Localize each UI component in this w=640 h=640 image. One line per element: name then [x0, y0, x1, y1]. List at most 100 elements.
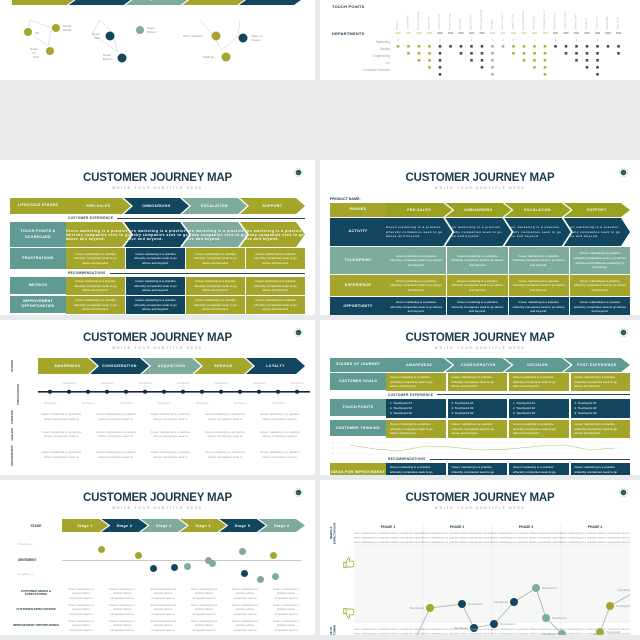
cell[interactable]: Green marketing is a practice whereby co… [182, 222, 247, 247]
slide-thumbnail-4[interactable]: CUSTOMER JOURNEY MAP WRITE YOUR SUBTITLE… [320, 160, 640, 315]
cell[interactable]: Green marketing is a practice where comp… [144, 603, 182, 616]
touchpoint-cell[interactable]: 1. Touchpoint 01 2. Touchpoint 02 3. Touch… [570, 398, 630, 419]
chevron-post-experience[interactable]: POST-EXPERIENCE [564, 358, 630, 372]
cell[interactable]: Green marketing is a practice whereby co… [570, 463, 630, 475]
cell[interactable]: Green marketing is a practice whereby co… [509, 420, 569, 439]
chevron-pre-sales[interactable]: PRE-SALES [66, 198, 131, 214]
cell[interactable]: Green marketing is a practice where comp… [145, 412, 196, 421]
cell[interactable]: Green marketing is a practice where comp… [36, 412, 87, 421]
cell[interactable]: Green marketing is a practice whereby co… [126, 295, 185, 314]
cell[interactable]: Green marketing is a practice where comp… [226, 587, 264, 600]
cell[interactable]: Green marketing is a practice whereby co… [508, 247, 569, 274]
slide-thumbnail-1[interactable]: AWARENESS CONSIDERATION ACQUISITION SERV… [0, 0, 320, 80]
cell[interactable]: Green marketing is a practice whereby co… [386, 463, 446, 475]
cell[interactable]: Green marketing is a practice whereby co… [66, 222, 131, 247]
cell[interactable]: Green marketing is a practice where comp… [36, 450, 87, 459]
cell[interactable]: Green marketing is a practice whereby co… [66, 295, 125, 314]
cell[interactable]: Green marketing is a practice whereby co… [447, 297, 508, 315]
cell[interactable]: Green marketing is a practice whereby co… [386, 275, 447, 296]
cell[interactable]: Green marketing is a practice where comp… [267, 619, 305, 632]
chevron-support[interactable]: SUPPORT [240, 198, 305, 214]
timeline-svg[interactable]: Touchpoint Touchpoint Touchpoint Touchpoint… [38, 380, 318, 406]
cell[interactable]: Green marketing is a practice where comp… [254, 430, 305, 439]
chevron-acquisition[interactable]: ACQUISITION [126, 0, 190, 5]
cell[interactable]: Green marketing is a practice whereby co… [447, 463, 507, 475]
cell[interactable]: Green marketing is a practice whereby co… [445, 218, 511, 246]
cell[interactable]: Green marketing is a practice where comp… [91, 450, 142, 459]
chevron-consideration[interactable]: CONSIDERATION [90, 358, 149, 374]
cell[interactable]: Green marketing is a practice whereby co… [570, 420, 630, 439]
cell[interactable]: Green marketing is a practice where comp… [36, 430, 87, 439]
sentiment-dot[interactable] [150, 565, 158, 573]
cell[interactable]: Green marketing is a practice whereby co… [186, 295, 245, 314]
chevron-decision[interactable]: DECISION [505, 358, 571, 372]
cell[interactable]: Green marketing is a practice whereby co… [240, 222, 305, 247]
cell[interactable]: Green marketing is a practice where comp… [200, 412, 251, 421]
emotion-line-chart[interactable]: 5 3 0 [330, 440, 630, 456]
cell[interactable]: Green marketing is a practice whereby co… [186, 248, 245, 269]
touchpoint-matrix[interactable]: Website 2 Social Media Email Campaign Search… [394, 0, 634, 80]
cell[interactable]: Green marketing is a practice whereby co… [246, 295, 305, 314]
cell[interactable]: Green marketing is a practice where comp… [144, 619, 182, 632]
cell[interactable]: Green marketing is a practice whereby co… [564, 218, 630, 246]
slide-thumbnail-3[interactable]: CUSTOMER JOURNEY MAP WRITE YOUR SUBTITLE… [0, 160, 320, 315]
journey-curve-svg[interactable]: PHASE 1 PHASE 2 PHASE 3 PHASE 4 Green marke… [354, 518, 630, 635]
cell[interactable]: Green marketing is a practice whereby co… [570, 373, 630, 391]
cell[interactable]: Green marketing is a practice whereby co… [386, 247, 447, 274]
chevron-escalation[interactable]: ESCALATION [505, 203, 571, 217]
cell[interactable]: Green marketing is a practice whereby co… [447, 275, 508, 296]
cell[interactable]: Green marketing is a practice whereby co… [569, 247, 630, 274]
cell[interactable]: Green marketing is a practice where comp… [91, 430, 142, 439]
cell[interactable]: Green marketing is a practice where comp… [254, 450, 305, 459]
cell[interactable]: Green marketing is a practice where comp… [185, 603, 223, 616]
cell[interactable]: Green marketing is a practice whereby co… [386, 373, 446, 391]
chevron-awareness[interactable]: AWARENESS [386, 358, 452, 372]
cell[interactable]: Green marketing is a practice where comp… [200, 430, 251, 439]
chevron-service[interactable]: SERVICE [182, 0, 246, 5]
chevron-onboarding[interactable]: ONBOARDING [124, 198, 189, 214]
chevron-acquisition[interactable]: ACQUISITION [142, 358, 201, 374]
cell[interactable]: Green marketing is a practice whereby co… [124, 222, 189, 247]
chevron-escalation[interactable]: ESCALATION [182, 198, 247, 214]
cell[interactable]: Green marketing is a practice whereby co… [66, 277, 125, 295]
chevron-consideration[interactable]: CONSIDERATION [445, 358, 511, 372]
cell[interactable]: Green marketing is a practice whereby co… [246, 277, 305, 295]
touchpoint-cell[interactable]: 1. Touchpoint 01 2. Touchpoint 02 3. Touch… [447, 398, 507, 419]
touchpoint-cell[interactable]: 1. Touchpoint 01 2. Touchpoint 02 3. Touch… [386, 398, 446, 419]
cell[interactable]: Green marketing is a practice whereby co… [508, 297, 569, 315]
cell[interactable]: Green marketing is a practice where comp… [144, 587, 182, 600]
sentiment-dot[interactable] [240, 569, 248, 577]
chevron-awareness[interactable]: AWARENESS [38, 358, 97, 374]
cell[interactable]: Green marketing is a practice where comp… [226, 619, 264, 632]
cell[interactable]: Green marketing is a practice whereby co… [509, 373, 569, 391]
sentiment-dot[interactable] [270, 551, 277, 559]
slide-thumbnail-8[interactable]: CUSTOMER JOURNEY MAP WRITE YOUR SUBTITLE… [320, 480, 640, 635]
cell[interactable]: Green marketing is a practice where comp… [62, 603, 100, 616]
cell[interactable]: Green marketing is a practice whereby co… [386, 218, 452, 246]
cell[interactable]: Green marketing is a practice whereby co… [246, 248, 305, 269]
slide-thumbnail-5[interactable]: CUSTOMER JOURNEY MAP WRITE YOUR SUBTITLE… [0, 320, 320, 475]
chevron-onboarding[interactable]: ONBOARDING [445, 203, 511, 217]
cell[interactable]: Green marketing is a practice whereby co… [509, 463, 569, 475]
cell[interactable]: Green marketing is a practice where comp… [91, 412, 142, 421]
cell[interactable]: Green marketing is a practice whereby co… [505, 218, 571, 246]
cell[interactable]: Green marketing is a practice where comp… [226, 603, 264, 616]
chevron-awareness[interactable]: AWARENESS [12, 0, 76, 5]
cell[interactable]: Green marketing is a practice where comp… [185, 619, 223, 632]
cell[interactable]: Green marketing is a practice where comp… [254, 412, 305, 421]
sentiment-dot[interactable] [134, 551, 142, 559]
cell[interactable]: Green marketing is a practice where comp… [185, 587, 223, 600]
cell[interactable]: Green marketing is a practice where comp… [103, 619, 141, 632]
cell[interactable]: Green marketing is a practice where comp… [103, 603, 141, 616]
cell[interactable]: Green marketing is a practice where comp… [200, 450, 251, 459]
cell[interactable]: Green marketing is a practice whereby co… [126, 277, 185, 295]
phase-journey-chart[interactable]: NEEDS & EXPECTATIONS VOICE OF CUSTOMER P… [329, 518, 630, 635]
cell[interactable]: Green marketing is a practice where comp… [145, 450, 196, 459]
sentiment-chart[interactable]: Positive (+) SENTIMENT Negative (-) [10, 534, 305, 584]
slide-thumbnail-7[interactable]: CUSTOMER JOURNEY MAP WRITE YOUR SUBTITLE… [0, 480, 320, 635]
cell[interactable]: Green marketing is a practice whereby co… [569, 297, 630, 315]
chevron-service[interactable]: SERVICE [194, 358, 253, 374]
sentiment-dot[interactable] [238, 548, 246, 556]
cell[interactable]: Green marketing is a practice whereby co… [386, 420, 446, 439]
cell[interactable]: Green marketing is a practice where comp… [103, 587, 141, 600]
